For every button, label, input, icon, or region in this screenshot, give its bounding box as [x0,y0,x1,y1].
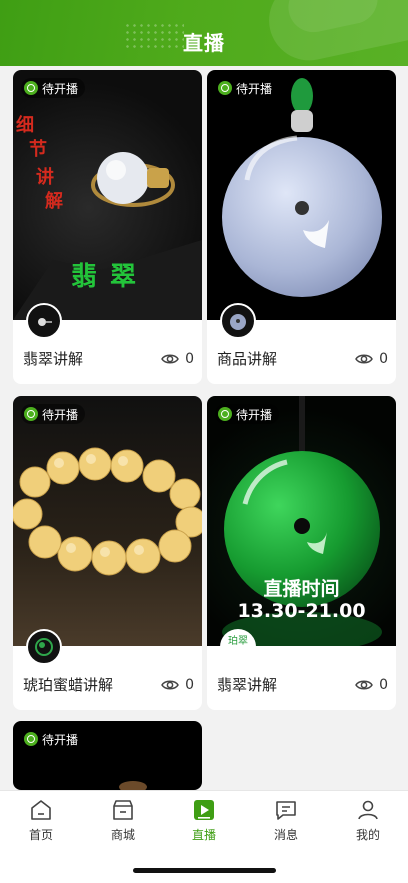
avatar [220,303,256,339]
live-cover-image [207,70,396,320]
home-indicator [133,868,276,873]
view-count-value: 0 [379,351,388,367]
status-badge-label: 待开播 [42,81,79,96]
overlay-char: 讲 [36,167,54,188]
avatar [26,629,62,665]
tab-label: 直播 [191,828,216,842]
live-status-icon [218,407,232,421]
status-badge: 待开播 [215,404,280,424]
avatar [26,303,62,339]
overlay-char: 解 [45,191,63,212]
tab-live[interactable]: 直播 [174,797,234,843]
eye-icon [355,354,373,364]
live-room-card[interactable]: 待开播 商品讲解 0 [207,70,396,384]
live-status-icon [218,81,232,95]
tab-profile[interactable]: 我的 [338,797,398,843]
overlay-caption: 翡 翠 [71,262,139,292]
profile-icon [358,800,378,820]
live-cover-image [13,396,202,646]
view-count: 0 [355,351,388,367]
page-title: 直播 [183,31,225,55]
view-count-value: 0 [379,677,388,693]
status-badge: 待开播 [21,729,86,749]
eye-icon [355,680,373,690]
view-count: 0 [161,351,194,367]
live-time-range: 13.30-21.00 [237,600,366,622]
eye-icon [161,354,179,364]
avatar-text: 珀翠 [228,636,248,647]
tab-label: 消息 [273,828,298,842]
live-time-title: 直播时间 [263,578,340,600]
status-badge-label: 待开播 [236,81,273,96]
home-icon [31,800,51,820]
live-cover-image: 细 节 讲 解 翡 翠 [13,70,202,320]
view-count: 0 [161,677,194,693]
eye-icon [161,680,179,690]
shop-icon [113,800,133,820]
tab-home[interactable]: 首页 [11,797,71,843]
live-play-icon [194,800,214,820]
status-badge: 待开播 [215,78,280,98]
live-room-card[interactable]: 待开播 [13,721,202,790]
status-badge-label: 待开播 [42,732,79,747]
jade-pendant-illustration [222,78,382,297]
status-badge-label: 待开播 [236,407,273,422]
live-room-card[interactable]: 直播时间 13.30-21.00 待开播 珀翠 翡翠讲解 0 [207,396,396,710]
overlay-char: 节 [29,139,47,160]
status-badge-label: 待开播 [42,407,79,422]
status-badge: 待开播 [21,78,86,98]
overlay-char: 细 [16,115,34,136]
live-room-title: 翡翠讲解 [217,676,278,694]
view-count-value: 0 [185,351,194,367]
tab-messages[interactable]: 消息 [256,797,316,843]
live-room-title: 翡翠讲解 [23,350,84,368]
live-status-icon [24,732,38,746]
avatar: 珀翠 [220,629,256,665]
view-count-value: 0 [185,677,194,693]
live-status-icon [24,407,38,421]
live-cover-image: 直播时间 13.30-21.00 [207,396,396,646]
live-room-card[interactable]: 待开播 琥珀蜜蜡讲解 0 [13,396,202,710]
status-badge: 待开播 [21,404,86,424]
tab-label: 首页 [28,828,53,842]
amber-bracelet-illustration [13,447,202,576]
live-room-card[interactable]: 细 节 讲 解 翡 翠 待开播 翡翠讲解 0 [13,70,202,384]
tab-label: 商城 [110,828,135,842]
tab-shop[interactable]: 商城 [93,797,153,843]
live-status-icon [24,81,38,95]
message-icon [276,801,296,820]
top-app-bar: 直播 [0,0,408,66]
tab-label: 我的 [355,828,380,842]
live-room-title: 商品讲解 [217,350,278,368]
live-room-title: 琥珀蜜蜡讲解 [23,676,114,694]
view-count: 0 [355,677,388,693]
